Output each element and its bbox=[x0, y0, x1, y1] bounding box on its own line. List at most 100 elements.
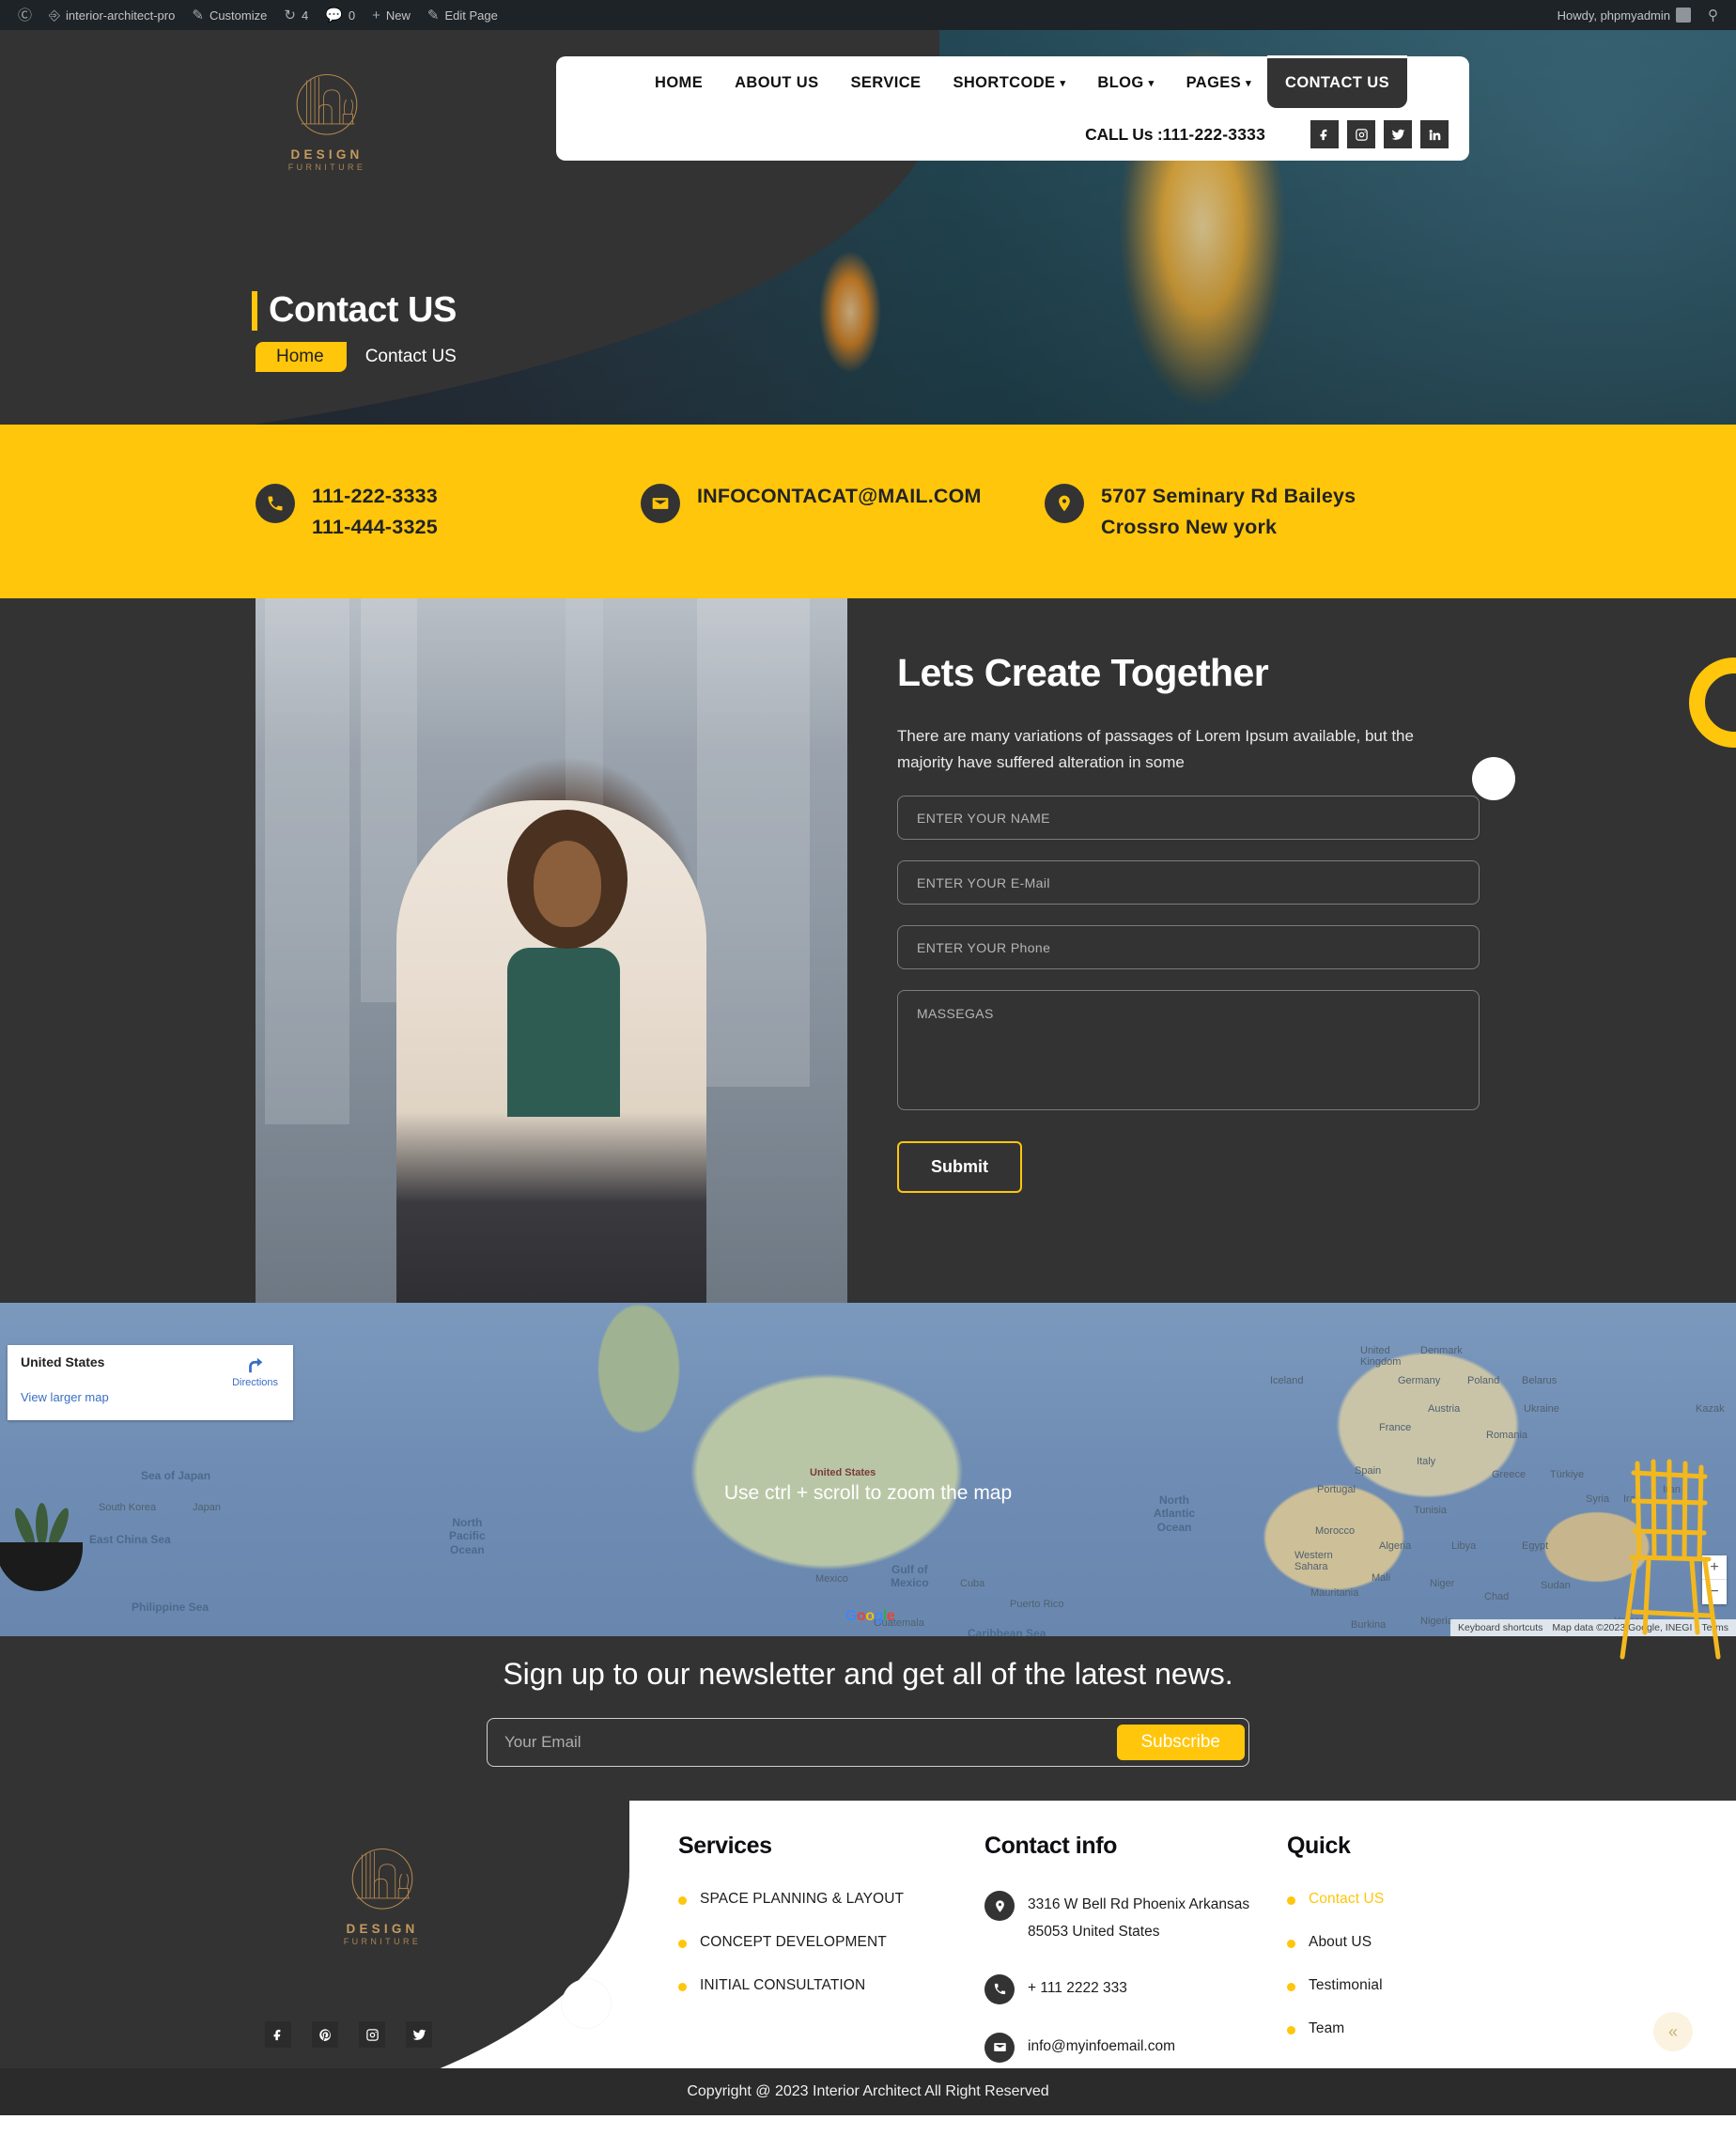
quick-link-team: Team bbox=[1309, 2020, 1345, 2036]
subscribe-button[interactable]: Subscribe bbox=[1116, 1725, 1245, 1760]
nav-item-service[interactable]: SERVICE bbox=[834, 74, 937, 92]
nav-item-pages[interactable]: PAGES ▾ bbox=[1170, 74, 1267, 92]
service-label: CONCEPT DEVELOPMENT bbox=[700, 1934, 887, 1950]
chevron-down-icon: ▾ bbox=[1060, 77, 1066, 89]
account-menu[interactable]: Howdy, phpmyadmin bbox=[1549, 0, 1699, 30]
map-place-label: United States bbox=[810, 1467, 876, 1478]
facebook-icon[interactable] bbox=[1310, 120, 1339, 148]
twitter-icon[interactable] bbox=[1384, 120, 1412, 148]
email-input[interactable] bbox=[897, 860, 1480, 905]
page-title: Contact US bbox=[252, 290, 457, 331]
chevron-down-icon: ▾ bbox=[1148, 77, 1155, 89]
design-furniture-logo-icon bbox=[351, 1848, 413, 1910]
info-email-text[interactable]: INFOCONTACAT@MAIL.COM bbox=[697, 481, 982, 512]
edit-page-link[interactable]: ✎ Edit Page bbox=[419, 0, 506, 30]
nav-label: HOME bbox=[655, 73, 704, 91]
pinterest-icon[interactable] bbox=[312, 2021, 338, 2048]
nav-secondary-row: CALL Us :111-222-3333 bbox=[556, 109, 1469, 160]
directions-button[interactable]: Directions bbox=[232, 1354, 278, 1388]
newsletter-email-input[interactable] bbox=[504, 1733, 1117, 1752]
wordpress-logo-menu[interactable]: Ⓒ bbox=[9, 0, 40, 30]
phone-input[interactable] bbox=[897, 925, 1480, 970]
service-label: INITIAL CONSULTATION bbox=[700, 1977, 866, 1993]
customize-link[interactable]: ✎ Customize bbox=[183, 0, 275, 30]
map-place-label: Cuba bbox=[960, 1578, 985, 1589]
map-place-label: France bbox=[1379, 1422, 1412, 1433]
map-place-label: Nigeria bbox=[1420, 1616, 1453, 1627]
list-item[interactable]: Contact US bbox=[1287, 1891, 1384, 1908]
footer-quick-title: Quick bbox=[1287, 1833, 1351, 1859]
list-item[interactable]: SPACE PLANNING & LAYOUT bbox=[678, 1891, 984, 1908]
nav-label: SERVICE bbox=[850, 73, 922, 91]
map-place-label: Belarus bbox=[1522, 1375, 1558, 1386]
footer-address-text: 3316 W Bell Rd Phoenix Arkansas 85053 Un… bbox=[1028, 1896, 1250, 1941]
copyright-text: Copyright @ 2023 Interior Architect All … bbox=[687, 2083, 1049, 2099]
view-larger-map-link[interactable]: View larger map bbox=[21, 1390, 109, 1404]
contact-photo bbox=[256, 598, 847, 1303]
updates-link[interactable]: ↻ 4 bbox=[275, 0, 317, 30]
nav-item-contact-us[interactable]: CONTACT US bbox=[1267, 55, 1407, 108]
list-item[interactable]: Testimonial bbox=[1287, 1977, 1384, 1994]
search-button[interactable]: ⚲ bbox=[1699, 0, 1727, 30]
linkedin-icon[interactable] bbox=[1420, 120, 1449, 148]
edit-page-label: Edit Page bbox=[444, 8, 498, 23]
nav-label: CONTACT US bbox=[1285, 74, 1389, 91]
footer-logo[interactable]: DESIGN FURNITURE bbox=[321, 1840, 443, 1946]
wp-admin-bar: Ⓒ ⎆ interior-architect-pro ✎ Customize ↻… bbox=[0, 0, 1736, 30]
address-line-1: 5707 Seminary Rd Baileys bbox=[1101, 484, 1356, 507]
submit-button[interactable]: Submit bbox=[897, 1141, 1022, 1194]
bullet-icon bbox=[1287, 1896, 1295, 1905]
list-item[interactable]: Team bbox=[1287, 2020, 1384, 2037]
back-to-top-button[interactable]: « bbox=[1653, 2012, 1693, 2051]
keyboard-shortcuts-link[interactable]: Keyboard shortcuts bbox=[1458, 1622, 1542, 1633]
map-place-label: Caribbean Sea bbox=[968, 1627, 1046, 1636]
nav-item-about-us[interactable]: ABOUT US bbox=[719, 74, 834, 92]
facebook-icon[interactable] bbox=[265, 2021, 291, 2048]
map-place-label: Mauritania bbox=[1310, 1587, 1359, 1599]
bullet-icon bbox=[1287, 1940, 1295, 1948]
google-logo: Google bbox=[845, 1608, 895, 1624]
bullet-icon bbox=[1287, 1983, 1295, 1991]
map-place-label: Italy bbox=[1417, 1456, 1436, 1467]
site-logo[interactable]: DESIGN FURNITURE bbox=[271, 66, 383, 172]
nav-item-blog[interactable]: BLOG ▾ bbox=[1081, 74, 1170, 92]
call-us-number[interactable]: 111-222-3333 bbox=[1163, 125, 1265, 144]
footer-email[interactable]: info@myinfoemail.com bbox=[984, 2032, 1287, 2063]
site-name-label: interior-architect-pro bbox=[66, 8, 176, 23]
list-item[interactable]: INITIAL CONSULTATION bbox=[678, 1977, 984, 1994]
pencil-icon: ✎ bbox=[426, 7, 440, 23]
nav-label: BLOG bbox=[1097, 73, 1144, 91]
chevron-up-double-icon: « bbox=[1667, 2021, 1678, 2041]
phone-2[interactable]: 111-444-3325 bbox=[312, 512, 438, 543]
map-place-label: Sudan bbox=[1541, 1580, 1571, 1591]
site-footer: DESIGN FURNITURE Services SPACE PLANNING… bbox=[0, 1801, 1736, 2068]
map-place-label: Chad bbox=[1484, 1591, 1510, 1602]
bullet-icon bbox=[1287, 2026, 1295, 2034]
instagram-icon[interactable] bbox=[359, 2021, 385, 2048]
breadcrumb-home[interactable]: Home bbox=[256, 341, 347, 372]
logo-text-furniture: FURNITURE bbox=[287, 162, 366, 172]
new-content-link[interactable]: + New bbox=[364, 0, 419, 30]
phone-1[interactable]: 111-222-3333 bbox=[312, 481, 438, 512]
name-input[interactable] bbox=[897, 796, 1480, 841]
message-textarea[interactable] bbox=[897, 990, 1480, 1111]
map-place-label: Burkina bbox=[1351, 1619, 1387, 1631]
comments-link[interactable]: 💬 0 bbox=[317, 0, 364, 30]
newsletter-section: Sign up to our newsletter and get all of… bbox=[0, 1636, 1736, 1801]
nav-item-shortcode[interactable]: SHORTCODE ▾ bbox=[937, 74, 1081, 92]
footer-services-title: Services bbox=[678, 1833, 772, 1859]
site-name-menu[interactable]: ⎆ interior-architect-pro bbox=[40, 0, 183, 30]
dashboard-icon: ⎆ bbox=[49, 7, 61, 23]
search-icon: ⚲ bbox=[1708, 7, 1718, 23]
footer-phone[interactable]: + 111 2222 333 bbox=[984, 1973, 1287, 2004]
list-item[interactable]: About US bbox=[1287, 1934, 1384, 1951]
twitter-icon[interactable] bbox=[406, 2021, 432, 2048]
directions-label: Directions bbox=[232, 1377, 278, 1388]
map-place-label: Austria bbox=[1428, 1403, 1461, 1415]
page-header: Contact US Home Contact US bbox=[252, 290, 457, 372]
nav-item-home[interactable]: HOME bbox=[639, 74, 719, 92]
list-item[interactable]: CONCEPT DEVELOPMENT bbox=[678, 1934, 984, 1951]
instagram-icon[interactable] bbox=[1347, 120, 1375, 148]
bullet-icon bbox=[678, 1940, 687, 1948]
footer-column-services: Services SPACE PLANNING & LAYOUT CONCEPT… bbox=[678, 1833, 984, 2068]
